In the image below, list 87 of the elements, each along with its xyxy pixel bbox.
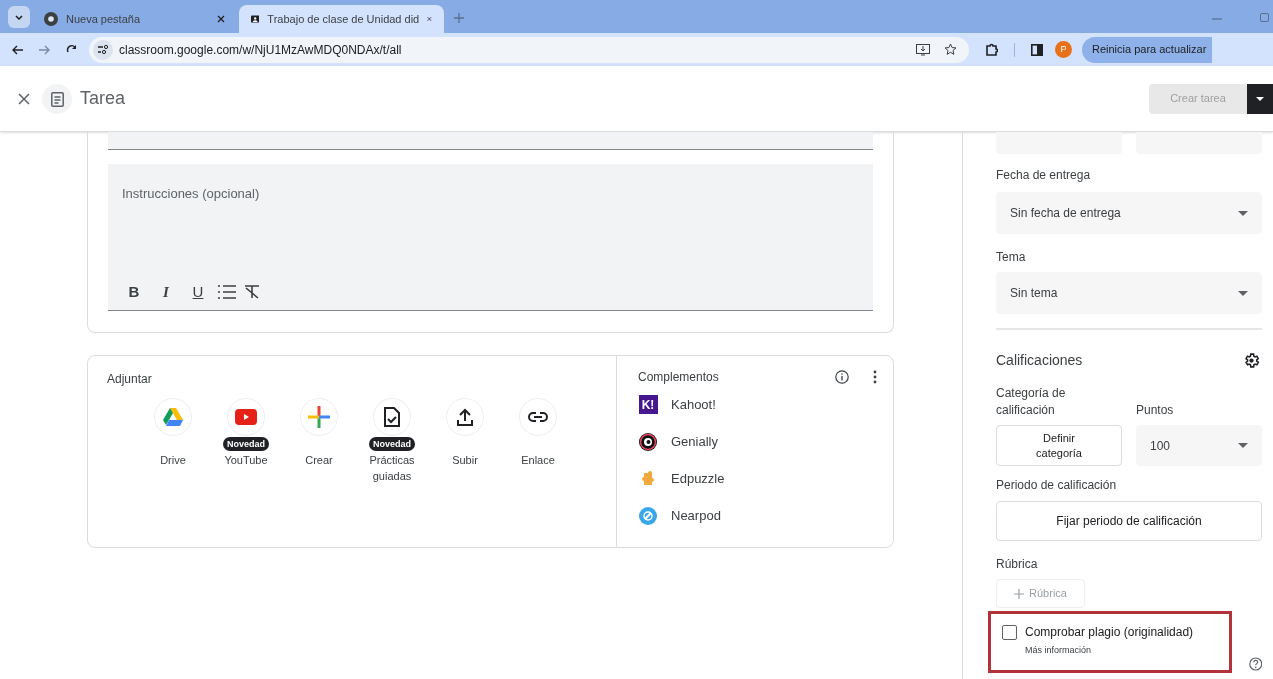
drive-icon <box>163 408 183 426</box>
plus-icon <box>1014 588 1025 599</box>
link-icon <box>528 411 548 423</box>
underline-button[interactable]: U <box>186 280 210 304</box>
genially-logo-icon <box>639 432 657 451</box>
extensions-icon[interactable] <box>985 43 998 56</box>
select-field[interactable] <box>996 132 1122 154</box>
dropdown-caret-icon <box>1238 210 1248 216</box>
caret-icon <box>1256 96 1264 101</box>
more-info-link[interactable]: Más información <box>1025 644 1229 658</box>
title-field[interactable] <box>108 132 873 150</box>
new-badge: Novedad <box>223 437 269 451</box>
section-title: Complementos <box>638 369 720 386</box>
browser-tab[interactable]: Nueva pestaña <box>32 5 237 33</box>
addon-item[interactable]: Nearpod <box>638 497 877 534</box>
field-label: Puntos <box>1136 402 1175 419</box>
italic-button[interactable]: I <box>154 280 178 304</box>
select-field[interactable] <box>1136 132 1262 154</box>
puzzle-piece-icon <box>641 470 655 487</box>
more-options-icon[interactable] <box>873 370 877 384</box>
tab-title: Trabajo de clase de Unidad did <box>267 11 420 27</box>
grading-period-button[interactable]: Fijar periodo de calificación <box>996 501 1262 541</box>
plus-icon <box>308 406 330 428</box>
instructions-field[interactable]: Instrucciones (opcional) B I U <box>108 164 873 311</box>
address-bar[interactable]: classroom.google.com/w/NjU1MzAwMDQ0NDAx/t/all <box>89 36 969 63</box>
dropdown-caret-icon <box>1238 443 1248 448</box>
addon-name: Genially <box>671 432 718 451</box>
field-label: Periodo de calificación <box>996 477 1118 494</box>
attach-option-label: YouTube <box>223 453 269 468</box>
field-label: Categoría de calificación <box>996 385 1067 419</box>
document-check-icon <box>384 407 400 427</box>
update-button[interactable]: Reinicia para actualizar <box>1082 36 1213 63</box>
side-panel-icon[interactable] <box>1031 43 1043 56</box>
chevron-down-icon <box>15 14 23 20</box>
youtube-icon <box>235 409 257 425</box>
addon-name: Nearpod <box>671 506 721 525</box>
define-category-button[interactable]: Definir categoría <box>996 425 1122 466</box>
tab-title: Nueva pestaña <box>66 11 141 27</box>
nearpod-logo-icon <box>639 506 657 525</box>
site-settings-icon[interactable] <box>97 45 109 54</box>
field-label: Fecha de entrega <box>996 167 1092 184</box>
close-icon[interactable] <box>18 92 30 105</box>
points-select[interactable]: 100 <box>1136 425 1262 466</box>
addon-name: Kahoot! <box>671 395 716 414</box>
topic-select[interactable]: Sin tema <box>996 272 1262 314</box>
instructions-placeholder: Instrucciones (opcional) <box>122 185 261 203</box>
browser-logo-icon <box>44 12 58 26</box>
plagiarism-checkbox[interactable] <box>1002 624 1017 640</box>
info-icon[interactable] <box>835 370 849 384</box>
tab-list-button[interactable] <box>8 6 30 28</box>
section-title: Calificaciones <box>996 351 1083 370</box>
bold-button[interactable]: B <box>122 280 146 304</box>
close-icon[interactable] <box>217 15 225 23</box>
addon-name: Edpuzzle <box>671 469 725 488</box>
close-icon[interactable] <box>427 15 432 23</box>
field-label: Tema <box>996 249 1027 266</box>
assignment-icon <box>50 90 64 107</box>
addon-item[interactable]: Edpuzzle <box>638 460 877 497</box>
section-title: Adjuntar <box>107 371 153 388</box>
attach-option-label: Crear <box>304 453 334 468</box>
attach-option-label: Drive <box>159 453 187 468</box>
addon-item[interactable]: Genially <box>638 423 877 460</box>
help-icon[interactable] <box>1248 657 1262 671</box>
dropdown-caret-icon <box>1238 290 1248 296</box>
addon-item[interactable]: K! Kahoot! <box>638 386 877 423</box>
attach-option-label: Prácticas guiadas <box>368 453 416 484</box>
due-date-select[interactable]: Sin fecha de entrega <box>996 192 1262 234</box>
forward-arrow-icon[interactable] <box>39 44 50 55</box>
reload-icon[interactable] <box>66 44 77 55</box>
page-title: Tarea <box>80 87 126 110</box>
browser-tab[interactable]: Trabajo de clase de Unidad did <box>239 5 444 33</box>
field-label: Rúbrica <box>996 556 1039 573</box>
attach-option-label: Subir <box>451 453 479 468</box>
back-arrow-icon[interactable] <box>12 44 23 55</box>
bulleted-list-icon[interactable] <box>218 285 236 299</box>
create-options-button[interactable] <box>1247 83 1273 114</box>
clear-formatting-icon[interactable] <box>244 285 260 299</box>
settings-icon[interactable] <box>1243 352 1260 369</box>
classroom-favicon-icon <box>251 13 260 25</box>
new-badge: Novedad <box>369 437 415 451</box>
upload-icon <box>457 408 473 426</box>
checkbox-label: Comprobar plagio (originalidad) <box>1025 624 1194 641</box>
url-text: classroom.google.com/w/NjU1MzAwMDQ0NDAx/t/all <box>119 41 403 59</box>
star-icon[interactable] <box>944 43 957 56</box>
attach-option-label: Enlace <box>520 453 556 468</box>
kahoot-logo: K! <box>638 395 658 414</box>
install-app-icon[interactable] <box>916 43 930 56</box>
